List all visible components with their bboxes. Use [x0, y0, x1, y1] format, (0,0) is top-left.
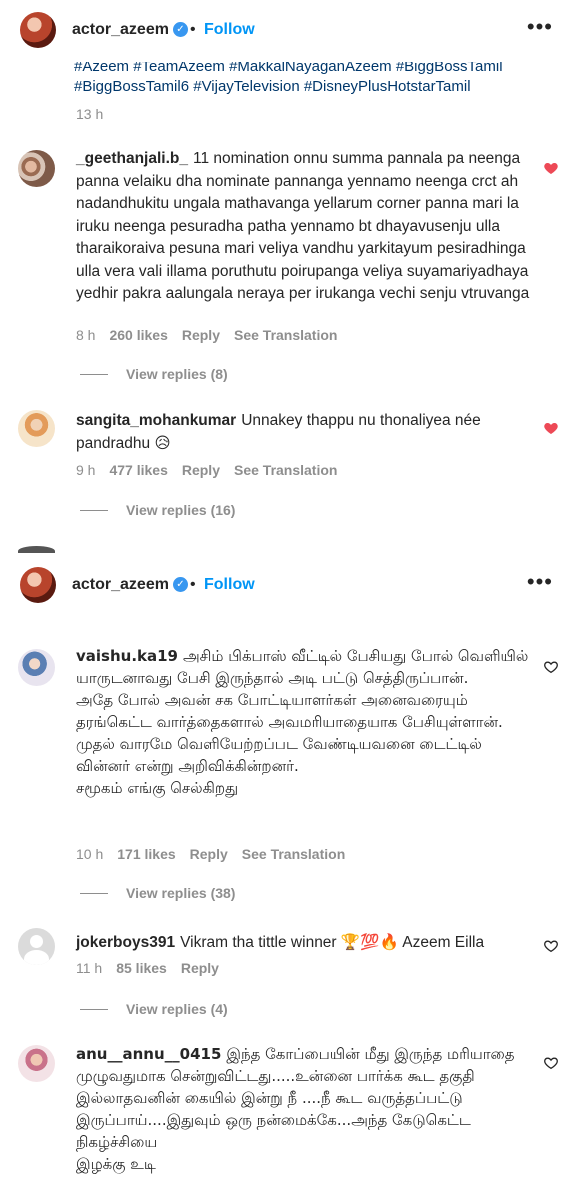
verified-badge-icon: ✓	[172, 577, 188, 593]
post-time: 13 h	[76, 106, 104, 122]
screenshot-panel-top: #Azeem #TeamAzeem #MakkalNayaganAzeem #B…	[0, 0, 581, 553]
default-avatar-icon[interactable]	[18, 928, 55, 965]
username-text[interactable]: actor_azeem	[72, 21, 169, 38]
post-hashtags-line-2[interactable]: #BiggBossTamil6 #VijayTelevision #Disney…	[74, 76, 471, 98]
liked-heart-icon[interactable]	[543, 160, 559, 176]
comment-username[interactable]: vaishu.ka19	[76, 647, 178, 665]
commenter-avatar[interactable]	[18, 410, 55, 447]
verified-badge-icon: ✓	[172, 22, 188, 38]
comment-text: sangita_mohankumar Unnakey thappu nu thon…	[76, 410, 536, 455]
profile-avatar[interactable]	[20, 12, 56, 48]
comment-time: 8 h	[76, 327, 96, 343]
comment-text: vaishu.ka19 அசிம் பிக்பாஸ் வீட்டில் பேசிய…	[76, 645, 536, 799]
replies-line-icon	[80, 1008, 108, 1010]
reply-button[interactable]: Reply	[182, 462, 220, 478]
see-translation-button[interactable]: See Translation	[234, 462, 337, 478]
profile-username[interactable]: actor_azeem ✓	[72, 21, 188, 39]
comment-body: Vikram tha tittle winner 🏆💯🔥 Azeem Eilla	[180, 934, 485, 951]
profile-username[interactable]: actor_azeem ✓	[72, 576, 188, 594]
view-replies-label: View replies (4)	[126, 1001, 228, 1017]
comment-body-part-3: முதல் வாரமே வெளியேற்றப்பட வேண்டியவனை டைட…	[76, 735, 482, 775]
view-replies-button[interactable]: View replies (16)	[80, 502, 235, 518]
comment-meta: 11 h 85 likes Reply	[76, 960, 219, 976]
comment-likes[interactable]: 260 likes	[109, 327, 167, 343]
separator-dot: •	[190, 576, 196, 593]
commenter-avatar[interactable]	[18, 150, 55, 187]
replies-line-icon	[80, 373, 108, 375]
screenshot-panel-bottom: actor_azeem ✓ • Follow ••• vaishu.ka19 அசி…	[0, 555, 581, 1200]
username-text[interactable]: actor_azeem	[72, 576, 169, 593]
comment-time: 9 h	[76, 462, 96, 478]
profile-avatar[interactable]	[20, 567, 56, 603]
comment-text: anu__annu__0415 இந்த கோப்பையின் மீது இருந…	[76, 1043, 536, 1183]
reply-button[interactable]: Reply	[181, 960, 219, 976]
view-replies-label: View replies (8)	[126, 366, 228, 382]
comment-likes[interactable]: 477 likes	[109, 462, 167, 478]
commenter-avatar[interactable]	[18, 1045, 55, 1082]
more-options-icon[interactable]: •••	[527, 14, 553, 40]
comment-likes[interactable]: 85 likes	[116, 960, 167, 976]
heart-outline-icon[interactable]	[543, 659, 559, 675]
comment-username[interactable]: jokerboys391	[76, 934, 175, 951]
comment-body-cut: இழக்கு உடி	[76, 1155, 156, 1173]
replies-line-icon	[80, 509, 108, 511]
comment-meta: 9 h 477 likes Reply See Translation	[76, 462, 337, 478]
reply-button[interactable]: Reply	[190, 846, 228, 862]
comment-meta: 10 h 171 likes Reply See Translation	[76, 846, 345, 862]
next-commenter-avatar-partial	[18, 546, 55, 553]
view-replies-label: View replies (16)	[126, 502, 236, 518]
comment-username[interactable]: sangita_mohankumar	[76, 412, 236, 429]
liked-heart-icon[interactable]	[543, 420, 559, 436]
reply-button[interactable]: Reply	[182, 327, 220, 343]
post-header: actor_azeem ✓ • Follow •••	[0, 0, 581, 62]
commenter-avatar[interactable]	[18, 649, 55, 686]
post-header: actor_azeem ✓ • Follow •••	[0, 555, 581, 617]
comment-likes[interactable]: 171 likes	[117, 846, 175, 862]
comment-body: 11 nomination onnu summa pannala pa neen…	[76, 150, 530, 302]
comment-time: 10 h	[76, 846, 104, 862]
separator-dot: •	[190, 21, 196, 38]
comment-time: 11 h	[76, 960, 103, 976]
view-replies-button[interactable]: View replies (4)	[80, 1001, 228, 1017]
heart-outline-icon[interactable]	[543, 938, 559, 954]
comment-body-part-4: சமூகம் எங்கு செல்கிறது	[76, 779, 239, 797]
comment-username[interactable]: anu__annu__0415	[76, 1045, 221, 1063]
follow-button[interactable]: Follow	[204, 21, 255, 39]
view-replies-button[interactable]: View replies (8)	[80, 366, 228, 382]
comment-text: _geethanjali.b_ 11 nomination onnu summa …	[76, 148, 536, 306]
comment-body-part-2: அதே போல் அவன் சக போட்டியாளர்கள் அனைவரையு…	[76, 691, 503, 731]
follow-button[interactable]: Follow	[204, 576, 255, 594]
view-replies-button[interactable]: View replies (38)	[80, 885, 235, 901]
comment-text: jokerboys391 Vikram tha tittle winner 🏆💯🔥…	[76, 932, 536, 955]
replies-line-icon	[80, 892, 108, 894]
heart-outline-icon[interactable]	[543, 1055, 559, 1071]
view-replies-label: View replies (38)	[126, 885, 236, 901]
see-translation-button[interactable]: See Translation	[234, 327, 337, 343]
more-options-icon[interactable]: •••	[527, 569, 553, 595]
comment-meta: 8 h 260 likes Reply See Translation	[76, 327, 337, 343]
comment-username[interactable]: _geethanjali.b_	[76, 150, 188, 167]
see-translation-button[interactable]: See Translation	[242, 846, 345, 862]
